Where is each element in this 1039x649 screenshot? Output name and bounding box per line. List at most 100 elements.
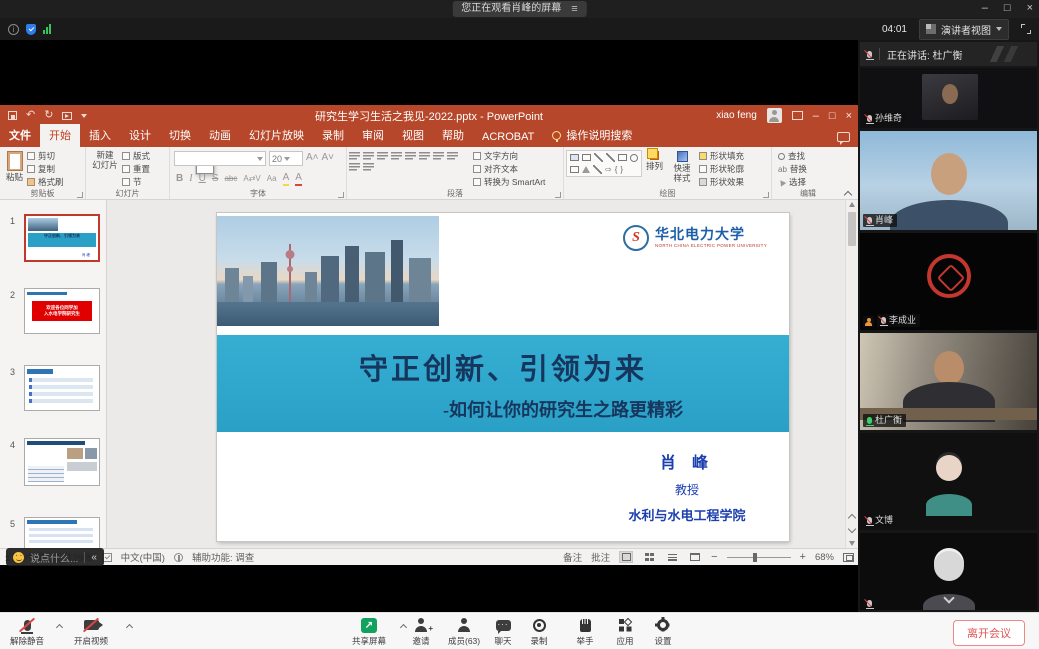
align-left-icon[interactable] — [419, 151, 430, 160]
increase-indent-icon[interactable] — [391, 151, 402, 160]
cut-button[interactable]: 剪切 — [27, 150, 64, 162]
shape-outline-button[interactable]: 形状轮廓 — [699, 163, 744, 175]
slide-thumbnail-3[interactable] — [24, 365, 100, 411]
video-tile[interactable]: 文博 — [860, 433, 1037, 530]
collapse-chat-icon[interactable]: « — [84, 552, 97, 563]
numbering-icon[interactable] — [363, 151, 374, 160]
shadow-button[interactable]: S — [212, 172, 219, 185]
accessibility-label[interactable]: 辅助功能: 调查 — [192, 550, 254, 564]
video-tile[interactable]: 杜广衡 — [860, 333, 1037, 430]
replace-button[interactable]: ab替换 — [778, 163, 807, 175]
copy-button[interactable]: 复制 — [27, 163, 64, 175]
record-button[interactable]: 录制 — [530, 617, 548, 647]
strikethrough-button[interactable]: abc — [224, 172, 237, 185]
shape-effects-button[interactable]: 形状效果 — [699, 176, 744, 188]
members-button[interactable]: 成员(63) — [448, 617, 480, 647]
video-options-chevron[interactable] — [126, 623, 133, 630]
close-button[interactable]: × — [1027, 1, 1033, 16]
next-slide-icon[interactable] — [849, 526, 856, 533]
video-tile[interactable] — [860, 533, 1037, 610]
language-label[interactable]: 中文(中国) — [121, 550, 165, 564]
emoji-icon[interactable] — [13, 552, 24, 563]
ppt-restore-button[interactable]: □ — [829, 110, 836, 122]
tab-design[interactable]: 设计 — [120, 124, 160, 147]
shapes-gallery[interactable]: ⇨ { } — [566, 150, 642, 177]
paste-button[interactable]: 粘贴 — [2, 150, 27, 184]
slide-thumbnail-panel[interactable]: 1 守正创新、引领为来 肖 峰 2 欢迎各位同学加 入水电学院研究生 — [0, 200, 107, 548]
tab-help[interactable]: 帮助 — [433, 124, 473, 147]
security-shield-icon[interactable] — [26, 24, 36, 35]
notes-button[interactable]: 备注 — [563, 550, 582, 564]
reset-button[interactable]: 重置 — [122, 163, 150, 175]
tab-view[interactable]: 视图 — [393, 124, 433, 147]
slide-thumbnail-4[interactable] — [24, 438, 100, 486]
invite-button[interactable]: + 邀请 — [412, 617, 430, 647]
section-button[interactable]: 节 — [122, 176, 150, 188]
comments-button[interactable]: 批注 — [591, 550, 610, 564]
account-avatar[interactable] — [767, 108, 782, 123]
grow-font-icon[interactable]: A˄ — [306, 151, 319, 166]
select-button[interactable]: 选择 — [778, 176, 807, 188]
tab-acrobat[interactable]: ACROBAT — [473, 128, 543, 147]
view-mode-button[interactable]: 演讲者视图 — [919, 19, 1009, 40]
smartart-button[interactable]: 转换为 SmartArt — [473, 176, 545, 188]
scroll-up-icon[interactable] — [849, 202, 855, 207]
font-size-select[interactable]: 20 — [269, 151, 303, 166]
mic-options-chevron[interactable] — [56, 623, 63, 630]
unmute-button[interactable]: 解除静音 — [10, 617, 44, 647]
new-slide-button[interactable]: 新建 幻灯片 — [88, 150, 122, 171]
tab-transitions[interactable]: 切换 — [160, 124, 200, 147]
settings-button[interactable]: 设置 — [654, 617, 672, 647]
justify-icon[interactable] — [349, 162, 360, 171]
paragraph-icons[interactable] — [349, 150, 467, 171]
align-text-button[interactable]: 对齐文本 — [473, 163, 545, 175]
character-spacing-button[interactable]: A⇄V — [243, 172, 260, 185]
fit-slide-icon[interactable] — [843, 553, 854, 562]
comments-icon[interactable] — [837, 132, 850, 142]
tab-home[interactable]: 开始 — [40, 124, 80, 147]
line-spacing-icon[interactable] — [405, 151, 416, 160]
apps-button[interactable]: 应用 — [616, 617, 634, 647]
align-center-icon[interactable] — [433, 151, 444, 160]
account-name[interactable]: xiao feng — [716, 110, 757, 121]
previous-slide-icon[interactable] — [849, 513, 856, 520]
bullets-icon[interactable] — [349, 151, 360, 160]
ribbon-display-options-icon[interactable] — [792, 111, 803, 120]
text-direction-button[interactable]: 文字方向 — [473, 150, 545, 162]
shrink-font-icon[interactable]: A˅ — [322, 151, 335, 166]
scrollbar-thumb[interactable] — [848, 212, 856, 246]
slide-sorter-view-button[interactable] — [642, 551, 656, 563]
tab-review[interactable]: 审阅 — [353, 124, 393, 147]
zoom-level[interactable]: 68% — [815, 552, 834, 563]
chat-quick-input[interactable]: 说点什么... « — [6, 548, 104, 566]
bold-button[interactable]: B — [176, 172, 183, 185]
start-slideshow-icon[interactable] — [62, 112, 72, 120]
raise-hand-button[interactable]: 举手 — [576, 617, 594, 647]
find-button[interactable]: 查找 — [778, 150, 807, 162]
collapse-ribbon-icon[interactable] — [844, 191, 852, 196]
drawing-dialog-launcher[interactable] — [763, 192, 769, 198]
reading-view-button[interactable] — [665, 551, 679, 563]
font-name-select[interactable] — [174, 151, 266, 166]
columns-icon[interactable] — [363, 162, 374, 171]
font-color-button[interactable]: A — [295, 171, 302, 186]
video-tile[interactable]: 孙维奇 — [860, 68, 1037, 128]
clipboard-dialog-launcher[interactable] — [77, 192, 83, 198]
arrange-button[interactable]: 排列 — [642, 150, 667, 173]
normal-view-button[interactable] — [619, 551, 633, 563]
slide-canvas[interactable]: S 华北电力大学 NORTH CHINA ELECTRIC POWER UNIV… — [107, 200, 845, 548]
minimize-button[interactable]: – — [982, 1, 988, 16]
chat-placeholder[interactable]: 说点什么... — [30, 550, 78, 565]
underline-button[interactable]: U — [199, 172, 206, 185]
layout-button[interactable]: 版式 — [122, 150, 150, 162]
decrease-indent-icon[interactable] — [377, 151, 388, 160]
undo-icon[interactable]: ↶ — [26, 110, 35, 121]
align-right-icon[interactable] — [447, 151, 458, 160]
scroll-down-icon[interactable] — [849, 541, 855, 546]
ppt-minimize-button[interactable]: – — [813, 110, 819, 122]
zoom-slider[interactable] — [727, 557, 791, 558]
tab-animations[interactable]: 动画 — [200, 124, 240, 147]
shape-fill-button[interactable]: 形状填充 — [699, 150, 744, 162]
video-tile[interactable]: 肖峰 — [860, 131, 1037, 230]
ppt-close-button[interactable]: × — [846, 110, 852, 122]
